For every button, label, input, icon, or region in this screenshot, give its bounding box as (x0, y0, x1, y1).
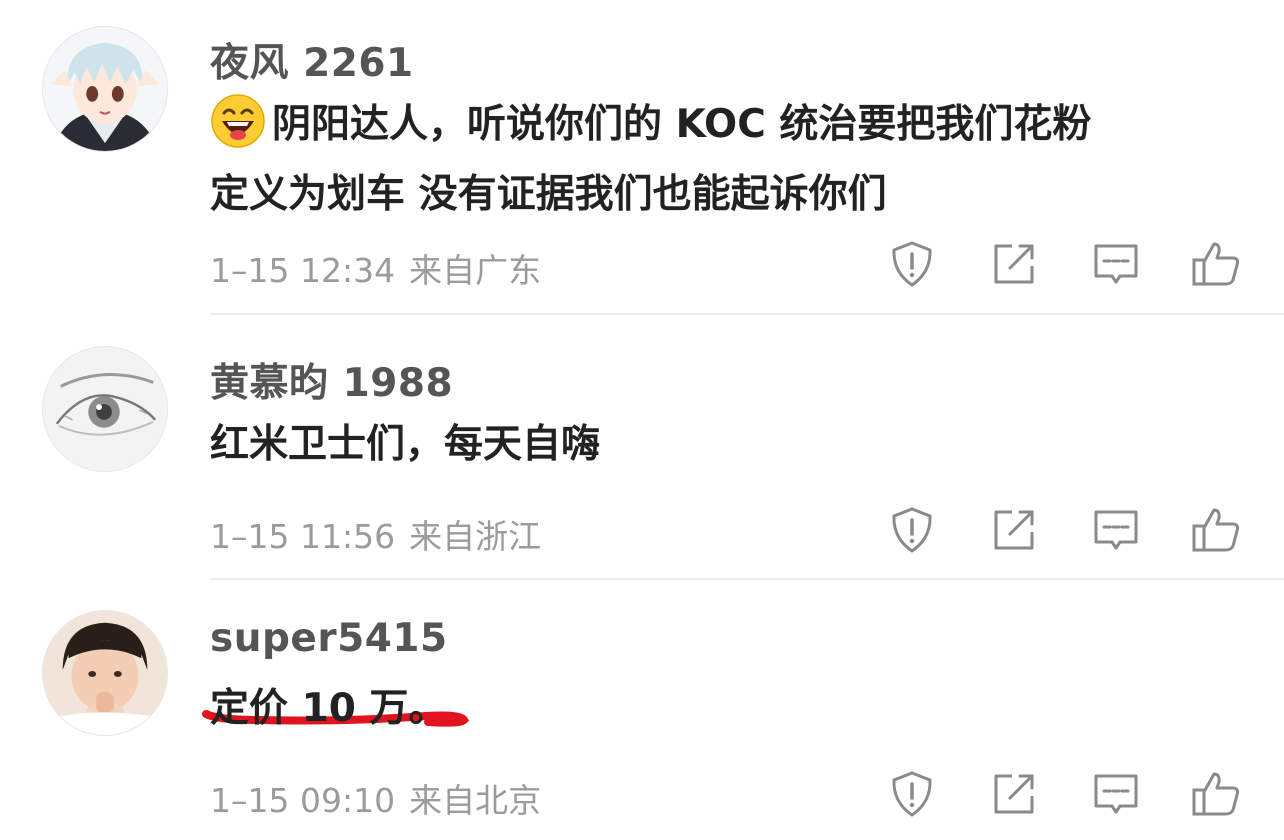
comment-time: 1–15 09:10 (210, 781, 396, 820)
like-button[interactable] (1190, 768, 1242, 820)
report-button[interactable] (886, 238, 938, 290)
exclamation-shield-icon (892, 241, 932, 287)
comment-text-line-1: 阴阳达人，听说你们的 KOC 统治要把我们花粉 (272, 102, 1092, 147)
avatar[interactable] (42, 610, 168, 736)
comment-text-line-2: 定义为划车 没有证据我们也能起诉你们 (210, 172, 887, 217)
comment-time: 1–15 12:34 (210, 251, 396, 290)
comment-text: 阴阳达人，听说你们的 KOC 统治要把我们花粉 定义为划车 没有证据我们也能起诉… (210, 90, 1224, 230)
comment-text: 红米卫士们，每天自嗨 (210, 410, 1224, 480)
comment-actions (880, 504, 1250, 560)
comment-actions (880, 238, 1250, 294)
share-external-icon (994, 774, 1034, 814)
comment-item: 黄慕昀 1988 红米卫士们，每天自嗨 1–15 11:56 来自浙江 (0, 314, 1284, 727)
comment-meta: 1–15 12:34 来自广东 (210, 244, 541, 292)
thumbs-up-icon (1192, 242, 1240, 286)
reply-button[interactable] (1090, 238, 1142, 290)
exclamation-shield-icon (892, 771, 932, 817)
avatar[interactable] (42, 26, 168, 152)
comment-location: 来自广东 (409, 251, 542, 290)
eye-sketch-avatar-image (43, 347, 167, 471)
comment-item: 夜风 2261 阴阳达人，听说你们的 KOC 统治要把我们花粉 定义为划车 没有… (0, 0, 1284, 314)
like-button[interactable] (1190, 504, 1242, 556)
comment-actions (880, 768, 1250, 824)
like-button[interactable] (1190, 238, 1242, 290)
comment-icon (1094, 510, 1138, 550)
comment-meta: 1–15 11:56 来自浙江 (210, 510, 541, 558)
comment-meta: 1–15 09:10 来自北京 (210, 774, 541, 822)
share-button[interactable] (988, 504, 1040, 556)
anime-avatar-image (43, 27, 167, 151)
reply-button[interactable] (1090, 768, 1142, 820)
comment-icon (1094, 244, 1138, 284)
comment-icon (1094, 774, 1138, 814)
username[interactable]: super5415 (210, 616, 448, 661)
username[interactable]: 夜风 2261 (210, 32, 414, 88)
share-external-icon (994, 244, 1034, 284)
comment-location: 来自北京 (409, 781, 542, 820)
laughing-emoji-icon (210, 93, 266, 149)
report-button[interactable] (886, 768, 938, 820)
comment-time: 1–15 11:56 (210, 517, 396, 556)
report-button[interactable] (886, 504, 938, 556)
comment-text: 定价 10 万。 (210, 674, 1224, 744)
share-button[interactable] (988, 768, 1040, 820)
exclamation-shield-icon (892, 507, 932, 553)
comment-item: super5415 定价 10 万。 1–15 09:10 来自北京 (0, 580, 1284, 840)
comment-text-line-1: 定价 10 万。 (210, 686, 448, 731)
comment-location: 来自浙江 (409, 517, 542, 556)
username[interactable]: 黄慕昀 1988 (210, 352, 453, 408)
avatar[interactable] (42, 346, 168, 472)
thumbs-up-icon (1192, 508, 1240, 552)
thumbs-up-icon (1192, 772, 1240, 816)
share-button[interactable] (988, 238, 1040, 290)
child-photo-avatar-image (43, 611, 167, 735)
comment-text-line-1: 红米卫士们，每天自嗨 (210, 422, 601, 467)
share-external-icon (994, 510, 1034, 550)
reply-button[interactable] (1090, 504, 1142, 556)
